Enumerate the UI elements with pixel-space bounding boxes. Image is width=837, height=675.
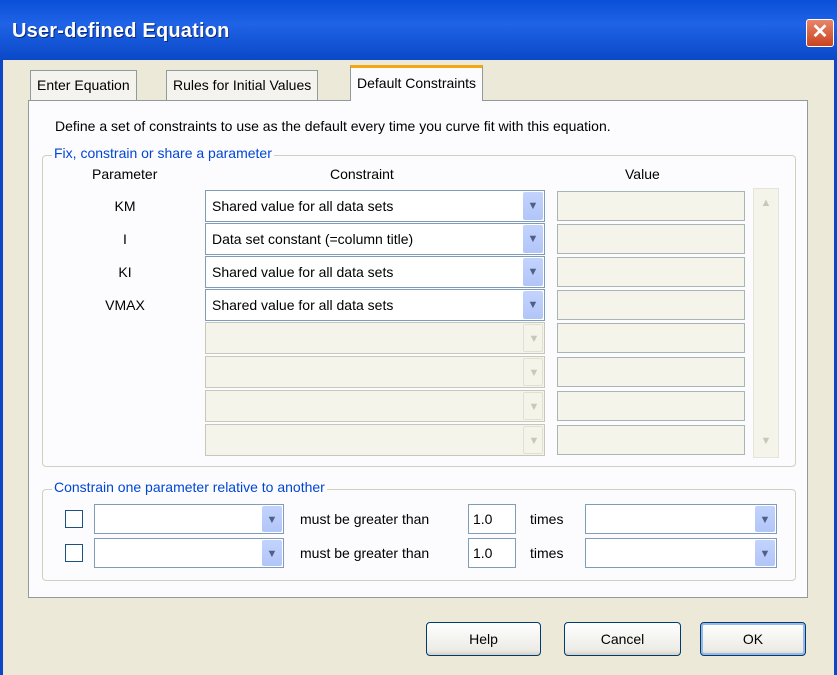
tab-rules-initial-values[interactable]: Rules for Initial Values [166,70,319,100]
value-field[interactable] [557,290,745,320]
relative-constraint-checkbox[interactable] [65,510,83,528]
value-header: Value [625,166,660,182]
fix-group-legend: Fix, constrain or share a parameter [52,145,274,161]
param-a-select[interactable]: ▼ [94,538,284,568]
ok-button[interactable]: OK [700,622,806,656]
dropdown-button: ▼ [523,358,543,386]
value-field[interactable] [557,425,745,455]
constraint-select-value: Shared value for all data sets [212,264,394,280]
cancel-button[interactable]: Cancel [564,622,681,656]
constraint-select-value: Data set constant (=column title) [212,231,414,247]
factor-input[interactable]: 1.0 [468,538,516,568]
value-field[interactable] [557,357,745,387]
chevron-down-icon: ▼ [266,548,278,560]
chevron-down-icon: ▼ [759,514,771,526]
dropdown-button[interactable]: ▼ [755,540,775,566]
dropdown-button[interactable]: ▼ [262,506,282,532]
title-bar[interactable]: User-defined Equation ✕ [0,0,837,60]
relation-label: must be greater than [300,511,430,527]
relation-label: must be greater than [300,545,430,561]
parameter-label: I [123,231,127,247]
tab-default-constraints[interactable]: Default Constraints [350,65,484,101]
chevron-down-icon: ▼ [528,401,540,413]
parameter-label: VMAX [105,297,145,313]
times-label: times [530,545,564,561]
chevron-down-icon: ▼ [528,333,540,345]
vertical-scrollbar[interactable]: ▲ ▼ [753,188,779,458]
dropdown-button: ▼ [523,324,543,352]
dropdown-button[interactable]: ▼ [755,506,775,532]
window-title: User-defined Equation [12,20,230,42]
parameter-label: KI [118,264,132,280]
constraint-select-disabled: ▼ [205,322,545,354]
scroll-down-arrow-icon[interactable]: ▼ [756,431,776,451]
dropdown-button[interactable]: ▼ [262,540,282,566]
constraint-select[interactable]: Shared value for all data sets ▼ [205,289,545,321]
constraint-select-value: Shared value for all data sets [212,297,394,313]
constraint-select-disabled: ▼ [205,424,545,456]
relative-constraint-checkbox[interactable] [65,544,83,562]
dropdown-button: ▼ [523,426,543,454]
scroll-up-arrow-icon[interactable]: ▲ [756,193,776,213]
dropdown-button[interactable]: ▼ [523,192,543,220]
times-label: times [530,511,564,527]
window-border-left [0,60,3,675]
parameter-label: KM [114,198,136,214]
param-b-select[interactable]: ▼ [585,504,777,534]
close-button[interactable]: ✕ [806,19,834,47]
constraint-select[interactable]: Shared value for all data sets ▼ [205,190,545,222]
dropdown-button[interactable]: ▼ [523,258,543,286]
chevron-down-icon: ▼ [528,367,540,379]
constraint-select[interactable]: Data set constant (=column title) ▼ [205,223,545,255]
dropdown-button[interactable]: ▼ [523,225,543,253]
chevron-down-icon: ▼ [527,266,539,278]
description-text: Define a set of constraints to use as th… [55,118,611,134]
parameter-header: Parameter [92,166,158,182]
chevron-down-icon: ▼ [527,233,539,245]
value-field[interactable] [557,323,745,353]
dropdown-button[interactable]: ▼ [523,291,543,319]
chevron-down-icon: ▼ [759,548,771,560]
chevron-down-icon: ▼ [527,299,539,311]
constraint-select-disabled: ▼ [205,390,545,422]
constraint-header: Constraint [330,166,394,182]
constraint-select-disabled: ▼ [205,356,545,388]
help-button[interactable]: Help [426,622,541,656]
param-a-select[interactable]: ▼ [94,504,284,534]
chevron-down-icon: ▼ [266,514,278,526]
relative-group-legend: Constrain one parameter relative to anot… [52,479,327,495]
param-b-select[interactable]: ▼ [585,538,777,568]
factor-input[interactable]: 1.0 [468,504,516,534]
value-field[interactable] [557,191,745,221]
tab-enter-equation[interactable]: Enter Equation [30,70,137,100]
close-icon: ✕ [811,21,829,43]
constraint-select-value: Shared value for all data sets [212,198,394,214]
chevron-down-icon: ▼ [528,435,540,447]
value-field[interactable] [557,224,745,254]
value-field[interactable] [557,257,745,287]
dropdown-button: ▼ [523,392,543,420]
value-field[interactable] [557,391,745,421]
chevron-down-icon: ▼ [527,200,539,212]
constraint-select[interactable]: Shared value for all data sets ▼ [205,256,545,288]
